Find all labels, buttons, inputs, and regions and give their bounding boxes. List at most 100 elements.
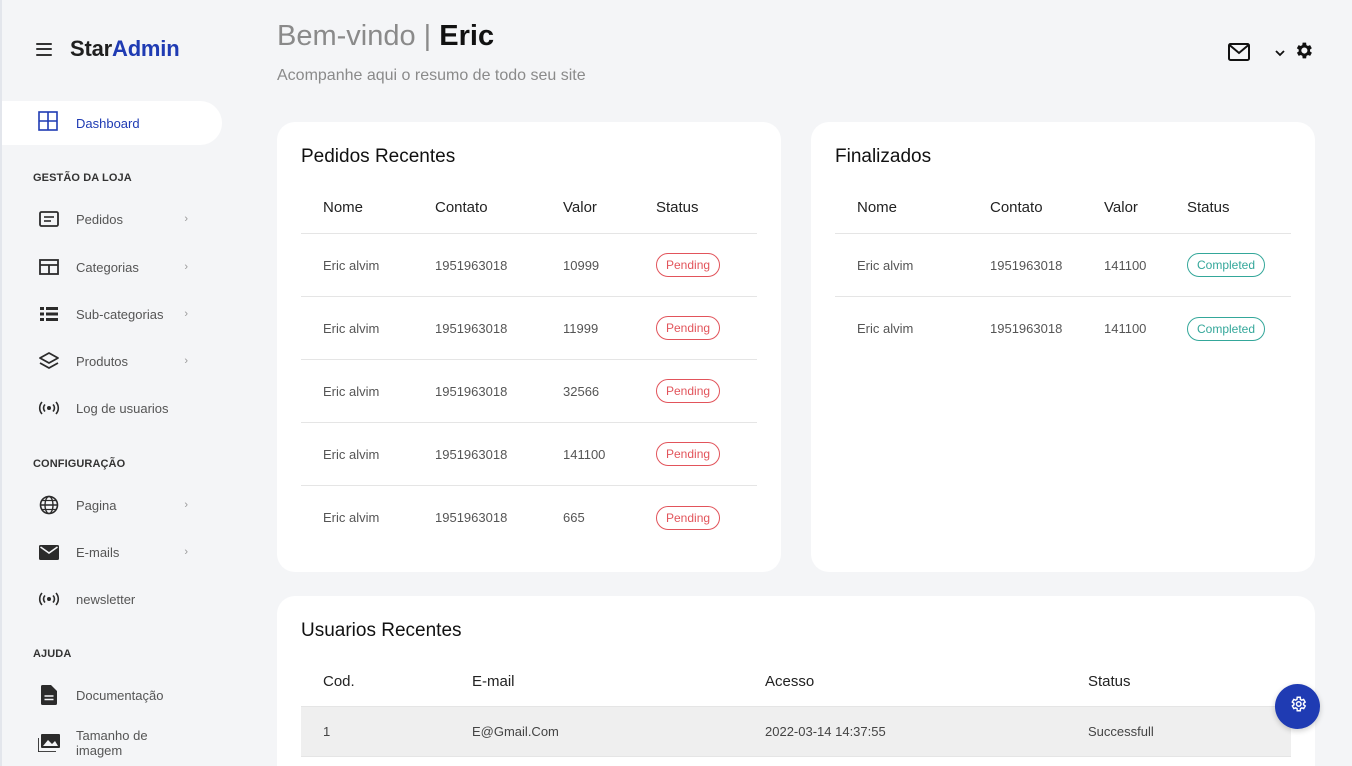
- sidebar-item-pedidos[interactable]: Pedidos ›: [38, 207, 188, 231]
- cell-code: 1: [323, 724, 331, 739]
- broadcast-icon: [38, 397, 60, 419]
- sidebar-item-pagina[interactable]: Pagina ›: [38, 493, 188, 517]
- status-badge: Completed: [1187, 253, 1266, 277]
- envelope-icon: [38, 541, 60, 563]
- sidebar-item-dashboard[interactable]: Dashboard: [2, 101, 222, 145]
- user-name: Eric: [439, 20, 495, 52]
- cell-name: Eric alvim: [323, 446, 380, 462]
- cell-name: Eric alvim: [857, 257, 914, 273]
- sidebar-item-label: Tamanho de imagem: [76, 728, 148, 758]
- table-row[interactable]: Eric alvim 1951963018 141100 Completed: [835, 234, 1291, 297]
- images-icon: [38, 732, 60, 754]
- sidebar-item-label: Categorias: [76, 259, 139, 275]
- cell-name: Eric alvim: [857, 321, 914, 336]
- cell-contact: 1951963018: [990, 257, 1063, 273]
- section-title-configuracao: CONFIGURAÇÃO: [33, 458, 126, 470]
- finished-orders-card: Finalizados Nome Contato Valor Status Er…: [811, 122, 1315, 572]
- table-row[interactable]: Eric alvim 1951963018 141100 Pending: [301, 423, 757, 486]
- sidebar-item-label: Produtos: [76, 353, 129, 369]
- card-title: Finalizados: [835, 146, 932, 167]
- document-icon: [38, 684, 60, 706]
- recent-orders-table: Nome Contato Valor Status Eric alvim 195…: [301, 182, 757, 549]
- cell-contact: 1951963018: [435, 383, 508, 399]
- table-row[interactable]: Eric alvim 1951963018 665 Pending: [301, 486, 757, 549]
- sidebar-item-sub-categorias[interactable]: Sub-categorias ›: [38, 302, 188, 326]
- col-header: Nome: [323, 199, 364, 216]
- chevron-right-icon: ›: [184, 213, 188, 225]
- logo-star-text: Star: [70, 36, 112, 61]
- broadcast-icon: [38, 588, 60, 610]
- status-badge: Pending: [656, 442, 721, 466]
- table-row[interactable]: Eric alvim 1951963018 11999 Pending: [301, 297, 757, 360]
- chevron-right-icon: ›: [184, 355, 188, 367]
- col-header: Contato: [435, 199, 488, 216]
- col-header: Nome: [857, 199, 898, 216]
- sidebar-item-label: Sub-categorias: [76, 306, 164, 322]
- status-badge: Pending: [656, 379, 721, 403]
- cell-status: Successfull: [1088, 724, 1154, 739]
- logo-admin-text: Admin: [112, 36, 180, 61]
- list-icon: [38, 303, 60, 325]
- cell-contact: 1951963018: [435, 257, 508, 273]
- table-row[interactable]: Eric alvim 1951963018 10999 Pending: [301, 234, 757, 297]
- grid-icon: [38, 110, 58, 136]
- col-header: Cod.: [323, 673, 355, 690]
- gear-icon: [1289, 695, 1307, 718]
- col-header: Valor: [1104, 199, 1138, 216]
- cell-name: Eric alvim: [323, 320, 380, 336]
- sidebar-item-documentacao[interactable]: Documentação: [38, 683, 188, 707]
- gear-icon[interactable]: [1293, 40, 1314, 61]
- recent-users-table: Cod. E-mail Acesso Status 1 E@Gmail.Com …: [301, 657, 1291, 757]
- sidebar-item-categorias[interactable]: Categorias ›: [38, 255, 188, 279]
- section-title-gestao: GESTÃO DA LOJA: [33, 172, 132, 184]
- table-icon: [38, 256, 60, 278]
- mail-icon[interactable]: [1228, 43, 1250, 61]
- chevron-right-icon: ›: [184, 499, 188, 511]
- menu-toggle-icon[interactable]: [36, 42, 52, 56]
- sidebar-item-label: E-mails: [76, 544, 120, 560]
- sidebar-item-log-usuarios[interactable]: Log de usuarios: [38, 396, 188, 420]
- cell-name: Eric alvim: [323, 257, 380, 273]
- table-row[interactable]: 1 E@Gmail.Com 2022-03-14 14:37:55 Succes…: [301, 707, 1291, 757]
- col-header: Status: [656, 199, 699, 216]
- chevron-down-icon[interactable]: [1274, 45, 1286, 57]
- greeting-text: Bem-vindo |: [277, 20, 440, 52]
- table-header: Nome Contato Valor Status: [835, 182, 1291, 234]
- col-header: E-mail: [472, 673, 515, 690]
- status-badge: Completed: [1187, 316, 1266, 341]
- cell-access: 2022-03-14 14:37:55: [765, 724, 886, 739]
- sidebar-item-label: Dashboard: [76, 115, 140, 131]
- cell-contact: 1951963018: [435, 320, 508, 336]
- page-subtitle: Acompanhe aqui o resumo de todo seu site: [277, 67, 586, 84]
- col-header: Status: [1187, 199, 1230, 216]
- card-title: Usuarios Recentes: [301, 620, 462, 641]
- sidebar-item-label: Pagina: [76, 497, 117, 513]
- sidebar-item-label: Pedidos: [76, 211, 123, 227]
- status-badge: Pending: [656, 253, 721, 277]
- sidebar-item-tamanho-imagem[interactable]: Tamanho de imagem: [38, 728, 188, 758]
- status-badge: Pending: [656, 505, 721, 530]
- settings-fab-button[interactable]: [1275, 684, 1320, 729]
- cell-value: 141100: [1104, 257, 1147, 273]
- sidebar-item-newsletter[interactable]: newsletter: [38, 587, 188, 611]
- logo[interactable]: StarAdmin: [70, 36, 180, 62]
- col-header: Contato: [990, 199, 1043, 216]
- brand: StarAdmin: [36, 36, 180, 62]
- sidebar: StarAdmin Dashboard GESTÃO DA LOJA Pedid…: [0, 0, 245, 766]
- layers-icon: [38, 350, 60, 372]
- sidebar-item-emails[interactable]: E-mails ›: [38, 540, 188, 564]
- chevron-right-icon: ›: [184, 308, 188, 320]
- table-row[interactable]: Eric alvim 1951963018 32566 Pending: [301, 360, 757, 423]
- recent-orders-card: Pedidos Recentes Nome Contato Valor Stat…: [277, 122, 781, 572]
- sidebar-item-label: newsletter: [76, 591, 136, 607]
- cell-value: 32566: [563, 383, 600, 399]
- chevron-right-icon: ›: [184, 546, 188, 558]
- table-row[interactable]: Eric alvim 1951963018 141100 Completed: [835, 297, 1291, 360]
- sidebar-item-produtos[interactable]: Produtos ›: [38, 349, 188, 373]
- cell-value: 141100: [1104, 321, 1147, 336]
- cell-value: 11999: [563, 320, 599, 336]
- col-header: Valor: [563, 199, 597, 216]
- list-alt-icon: [38, 208, 60, 230]
- page-title: Bem-vindo | Eric: [277, 20, 494, 53]
- sidebar-item-label: Log de usuarios: [76, 400, 169, 416]
